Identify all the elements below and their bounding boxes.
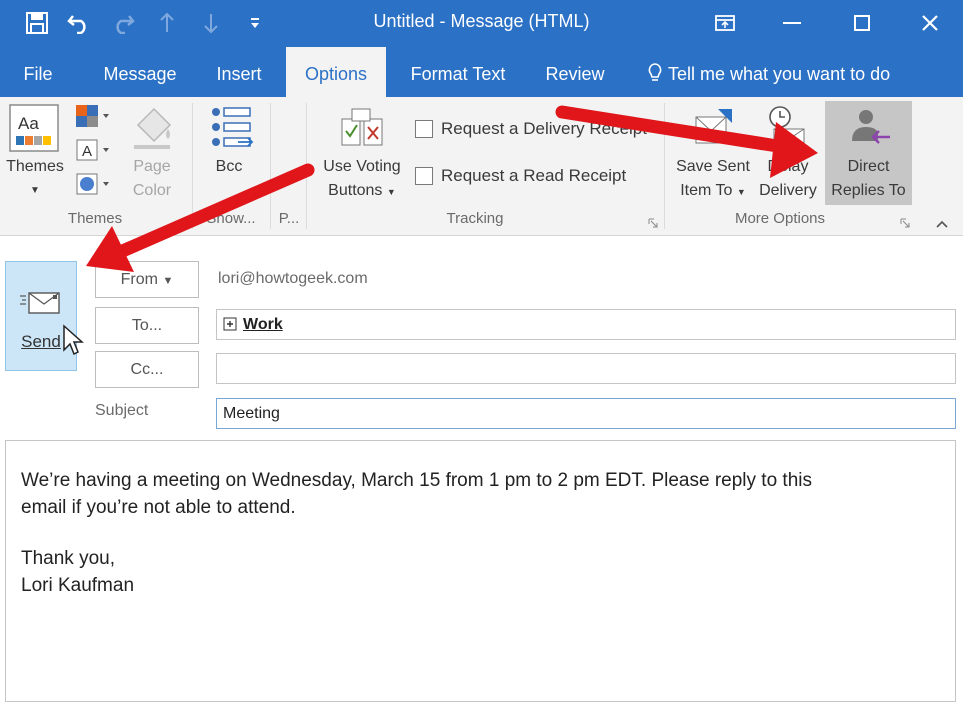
page-color-label-1: Page xyxy=(133,158,171,175)
delivery-receipt-checkbox[interactable] xyxy=(415,120,433,138)
save-sent-label-1[interactable]: Save Sent xyxy=(670,155,756,179)
subject-label: Subject xyxy=(95,402,149,419)
tracking-dialog-launcher-icon[interactable] xyxy=(648,215,658,228)
cc-button[interactable]: Cc... xyxy=(95,351,199,388)
tab-message[interactable]: Message xyxy=(96,47,184,97)
collapse-ribbon-icon[interactable] xyxy=(935,216,949,228)
voting-buttons-label-2[interactable]: Buttons ▼ xyxy=(314,179,410,204)
ribbon-display-options-icon[interactable] xyxy=(705,6,745,40)
page-color-label-2: Color xyxy=(132,182,172,199)
save-sent-label-2[interactable]: Item To ▼ xyxy=(670,179,756,204)
delay-delivery-icon[interactable] xyxy=(764,103,810,151)
tell-me-text: Tell me what you want to do xyxy=(668,64,891,84)
themes-icon[interactable]: Aa xyxy=(8,103,60,153)
group-separator xyxy=(192,103,193,229)
title-bar: Untitled - Message (HTML) xyxy=(0,0,963,47)
voting-buttons-label-1[interactable]: Use Voting xyxy=(314,155,410,179)
direct-replies-to-icon xyxy=(846,107,892,151)
group-separator xyxy=(306,103,307,229)
delivery-receipt-label[interactable]: Request a Delivery Receipt xyxy=(441,119,647,139)
svg-text:A: A xyxy=(82,143,92,160)
more-options-dialog-launcher-icon[interactable] xyxy=(900,215,910,228)
body-line: email if you’re not able to attend. xyxy=(21,497,296,518)
direct-replies-to-label-2: Replies To xyxy=(831,182,906,199)
minimize-icon[interactable] xyxy=(772,6,812,40)
save-sent-item-icon[interactable] xyxy=(692,105,738,151)
group-label-permission: P... xyxy=(278,210,300,227)
group-separator xyxy=(664,103,665,229)
mouse-cursor-icon xyxy=(63,324,84,356)
group-label-more-options: More Options xyxy=(734,210,826,227)
lightbulb-icon xyxy=(648,63,662,81)
subject-field[interactable]: Meeting xyxy=(216,398,956,429)
from-button[interactable]: From ▼ xyxy=(95,261,199,298)
group-label-themes: Themes xyxy=(67,210,123,227)
send-envelope-icon xyxy=(20,292,60,314)
message-body-editor[interactable]: We’re having a meeting on Wednesday, Mar… xyxy=(5,440,956,702)
tab-file[interactable]: File xyxy=(14,47,62,97)
tell-me-search[interactable]: Tell me what you want to do xyxy=(648,47,890,97)
tab-review[interactable]: Review xyxy=(536,47,614,97)
to-recipient-group[interactable]: Work xyxy=(243,316,283,333)
read-receipt-label[interactable]: Request a Read Receipt xyxy=(441,166,626,186)
body-line: Thank you, xyxy=(21,548,115,569)
tab-options[interactable]: Options xyxy=(286,47,386,97)
save-sent-dropdown-icon: ▼ xyxy=(736,187,746,197)
maximize-icon[interactable] xyxy=(842,6,882,40)
theme-effects-icon[interactable] xyxy=(76,173,112,197)
delay-delivery-label-2[interactable]: Delivery xyxy=(752,179,824,203)
expand-group-icon[interactable] xyxy=(223,317,237,331)
group-separator xyxy=(270,103,271,229)
from-address: lori@howtogeek.com xyxy=(218,270,368,287)
from-dropdown-icon: ▼ xyxy=(162,275,174,287)
tab-format-text[interactable]: Format Text xyxy=(400,47,516,97)
body-line: Lori Kaufman xyxy=(21,575,135,596)
from-button-label: From xyxy=(120,271,158,288)
body-line: We’re having a meeting on Wednesday, Mar… xyxy=(21,470,812,491)
read-receipt-checkbox[interactable] xyxy=(415,167,433,185)
theme-fonts-icon[interactable]: A xyxy=(76,139,112,163)
ribbon-tab-bar: File Message Insert Options Format Text … xyxy=(0,47,963,97)
bcc-icon[interactable] xyxy=(208,105,254,151)
group-label-show-fields: Show... xyxy=(206,210,256,227)
voting-dropdown-icon: ▼ xyxy=(386,187,396,197)
bcc-button-label[interactable]: Bcc xyxy=(200,155,258,179)
tab-insert[interactable]: Insert xyxy=(206,47,272,97)
voting-buttons-icon[interactable] xyxy=(338,105,388,151)
close-icon[interactable] xyxy=(910,6,950,40)
themes-button-label[interactable]: Themes xyxy=(0,155,70,179)
cc-field[interactable] xyxy=(216,353,956,384)
group-label-tracking: Tracking xyxy=(446,210,504,227)
svg-text:Aa: Aa xyxy=(18,114,39,133)
themes-dropdown-icon[interactable]: ▼ xyxy=(0,179,70,203)
theme-colors-icon[interactable] xyxy=(76,105,112,129)
to-button[interactable]: To... xyxy=(95,307,199,344)
ribbon-options: Aa Themes ▼ A Page Color Bcc Use Voting … xyxy=(0,97,963,236)
to-field[interactable]: Work xyxy=(216,309,956,340)
delay-delivery-label-1[interactable]: Delay xyxy=(752,155,824,179)
send-button[interactable]: Send xyxy=(5,261,84,371)
page-color-icon[interactable] xyxy=(128,105,176,151)
window-title: Untitled - Message (HTML) xyxy=(373,11,590,31)
direct-replies-to-label-1: Direct xyxy=(847,158,890,175)
